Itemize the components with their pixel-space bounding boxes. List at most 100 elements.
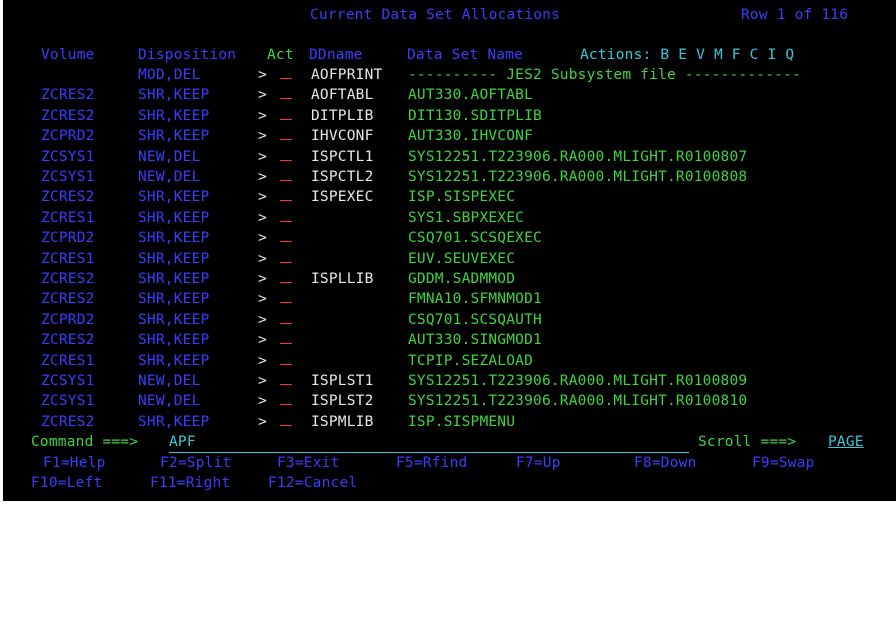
act-arrow: > [258,352,267,369]
pfkey-f11-right[interactable]: F11=Right [150,473,230,493]
ddname-cell: ISPLLIB [311,271,374,287]
action-input-field[interactable] [280,391,292,411]
disposition-cell: SHR,KEEP [138,250,210,267]
dsname-cell: CSQ701.SCSQEXEC [408,230,542,247]
table-row: ZCSYS1 NEW,DEL > ISPCTL2 SYS12251.T223906.RA… [3,167,896,187]
pfkey-f5-rfind[interactable]: F5=Rfind [396,453,467,473]
pfkey-f3-exit[interactable]: F3=Exit [277,453,340,473]
disposition-cell: SHR,KEEP [138,352,210,369]
act-arrow: > [258,271,267,287]
volume-cell: ZCRES1 [41,209,95,226]
dsname-cell: DIT130.SDITPLIB [408,107,542,124]
action-input-field[interactable] [280,249,292,269]
table-row: ZCRES1 SHR,KEEP > TCPIP.SEZALOAD [3,351,896,371]
disposition-cell: SHR,KEEP [138,230,210,247]
table-row: ZCRES1 SHR,KEEP > EUV.SEUVEXEC [3,249,896,269]
ddname-cell: AOFPRINT [311,67,383,83]
dsname-cell: SYS12251.T223906.RA000.MLIGHT.R0100809 [408,373,748,389]
header-dsname: Data Set Name [407,47,524,63]
pfkey-f1-help[interactable]: F1=Help [43,453,106,473]
pfkey-f2-split[interactable]: F2=Split [160,453,231,473]
pfkey-f7-up[interactable]: F7=Up [516,453,561,473]
action-input-field[interactable] [280,208,292,228]
action-input-field[interactable] [280,412,292,432]
volume-cell: ZCRES2 [41,189,95,206]
ddname-cell: ISPCTL1 [311,148,374,165]
pfkey-line-1: F1=Help F2=Split F3=Exit F5=Rfind F7=Up … [3,453,896,473]
action-input-field[interactable] [280,187,292,207]
command-input[interactable]: APF [169,432,196,452]
ddname-cell: ISPCTL2 [311,169,374,185]
dsname-cell: SYS12251.T223906.RA000.MLIGHT.R0100810 [408,393,748,410]
disposition-cell: SHR,KEEP [138,271,210,287]
disposition-cell: NEW,DEL [138,169,201,185]
table-row: ZCSYS1 NEW,DEL > ISPLST1 SYS12251.T223906.RA… [3,371,896,391]
volume-cell: ZCRES2 [41,107,95,124]
table-row: ZCRES2 SHR,KEEP > ISPLLIB GDDM.SADMMOD [3,269,896,289]
act-arrow: > [258,189,267,206]
header-ddname: DDname [309,47,363,63]
disposition-cell: NEW,DEL [138,393,201,410]
command-line: Command ===> APF Scroll ===> PAGE [3,432,896,452]
ddname-cell: DITPLIB [311,107,374,124]
table-row: ZCRES2 SHR,KEEP > AUT330.SINGMOD1 [3,330,896,350]
act-arrow: > [258,209,267,226]
table-row: ZCSYS1 NEW,DEL > ISPLST2 SYS12251.T223906.RA… [3,391,896,411]
volume-cell: ZCRES2 [41,413,95,430]
disposition-cell: SHR,KEEP [138,413,210,430]
terminal-screen: Current Data Set Allocations Row 1 of 11… [3,0,896,501]
action-input-field[interactable] [280,65,292,85]
volume-cell: ZCPRD2 [41,311,95,328]
disposition-cell: SHR,KEEP [138,107,210,124]
volume-cell: ZCPRD2 [41,230,95,247]
pfkey-f8-down[interactable]: F8=Down [634,453,697,473]
action-input-field[interactable] [280,371,292,391]
table-row: ZCRES1 SHR,KEEP > SYS1.SBPXEXEC [3,208,896,228]
table-row: ZCSYS1 NEW,DEL > ISPCTL1 SYS12251.T223906.RA… [3,147,896,167]
action-input-field[interactable] [280,147,292,167]
volume-cell: ZCRES2 [41,87,95,104]
pfkey-f12-cancel[interactable]: F12=Cancel [268,473,357,493]
table-row: ZCPRD2 SHR,KEEP > IHVCONF AUT330.IHVCONF [3,126,896,146]
ddname-cell: ISPLST2 [311,393,374,410]
act-arrow: > [258,128,267,145]
table-row: ZCRES2 SHR,KEEP > ISPEXEC ISP.SISPEXEC [3,187,896,207]
dsname-cell: AUT330.AOFTABL [408,87,534,104]
action-input-field[interactable] [280,106,292,126]
disposition-cell: SHR,KEEP [138,87,210,104]
volume-cell: ZCRES1 [41,352,95,369]
action-input-field[interactable] [280,289,292,309]
dsname-cell: AUT330.SINGMOD1 [408,332,542,349]
action-input-field[interactable] [280,85,292,105]
action-input-field[interactable] [280,351,292,371]
pfkey-f9-swap[interactable]: F9=Swap [752,453,815,473]
act-arrow: > [258,311,267,328]
scroll-label: Scroll ===> [698,434,797,450]
dsname-cell: SYS12251.T223906.RA000.MLIGHT.R0100807 [408,148,748,165]
pfkey-line-2: F10=Left F11=Right F12=Cancel [3,473,896,493]
row-indicator: Row 1 of 116 [741,7,849,23]
column-header-line: Volume Disposition Act DDname Data Set N… [3,45,794,65]
action-input-field[interactable] [280,167,292,187]
scroll-amount-field[interactable]: PAGE [828,432,864,452]
pfkey-f10-left[interactable]: F10=Left [31,473,102,493]
volume-cell: ZCRES2 [41,271,95,287]
disposition-cell: SHR,KEEP [138,209,210,226]
act-arrow: > [258,67,267,83]
table-row: ZCRES2 SHR,KEEP > FMNA10.SFMNMOD1 [3,289,896,309]
dsname-cell: SYS12251.T223906.RA000.MLIGHT.R0100808 [408,169,748,185]
action-input-field[interactable] [280,310,292,330]
action-input-field[interactable] [280,126,292,146]
ddname-cell: ISPMLIB [311,413,374,430]
volume-cell: ZCSYS1 [41,373,95,389]
action-input-field[interactable] [280,330,292,350]
action-input-field[interactable] [280,269,292,289]
act-arrow: > [258,107,267,124]
table-row: ZCRES2 SHR,KEEP > AOFTABL AUT330.AOFTABL [3,85,896,105]
table-row: ZCPRD2 SHR,KEEP > CSQ701.SCSQAUTH [3,310,896,330]
action-input-field[interactable] [280,228,292,248]
disposition-cell: SHR,KEEP [138,291,210,308]
table-row: ZCRES2 SHR,KEEP > ISPMLIB ISP.SISPMENU [3,412,896,432]
act-arrow: > [258,291,267,308]
act-arrow: > [258,393,267,410]
